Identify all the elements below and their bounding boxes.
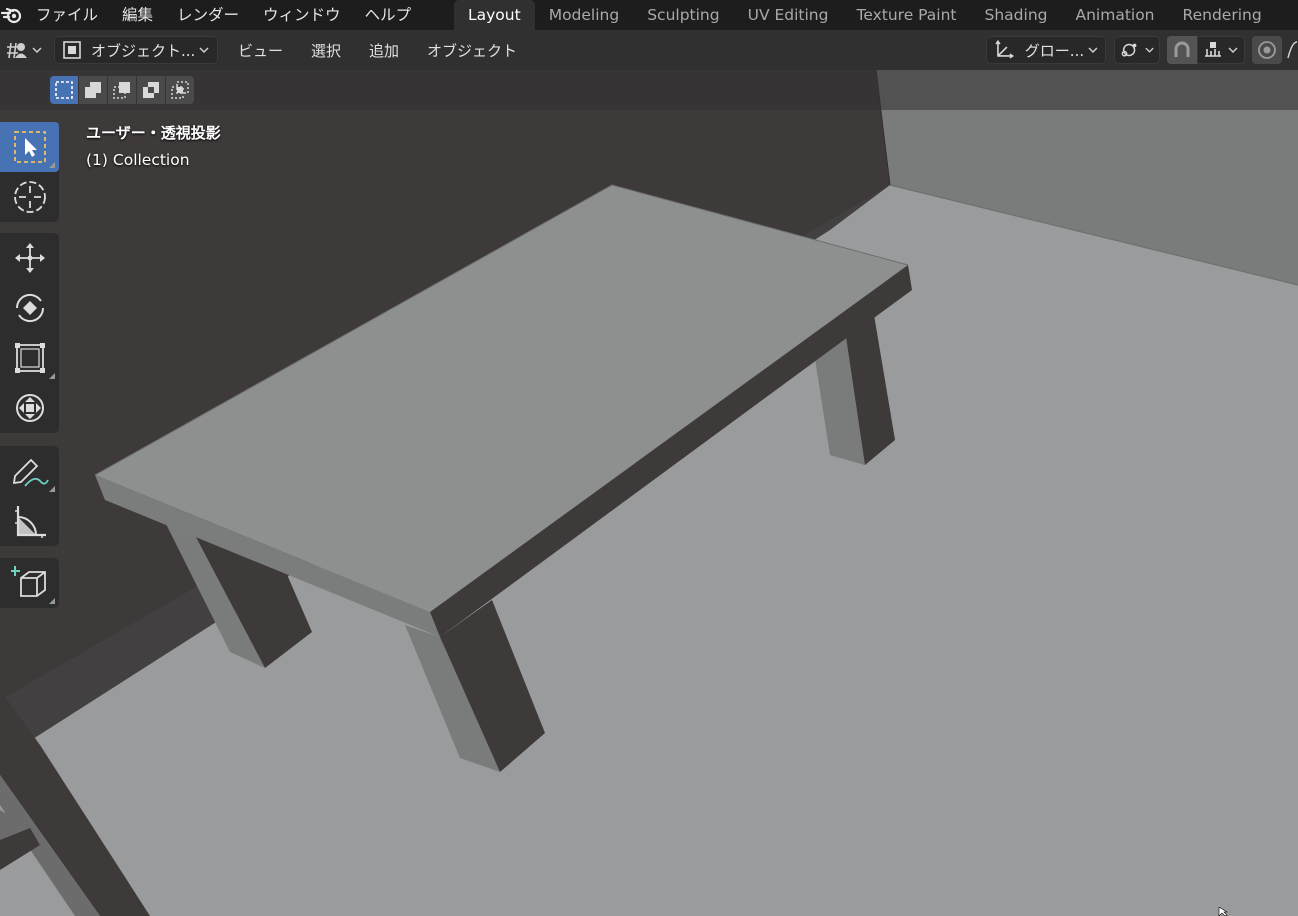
menu-window[interactable]: ウィンドウ [251,0,353,30]
3d-viewport[interactable]: ユーザー・透視投影 (1) Collection [0,70,1298,916]
viewport-info-overlay: ユーザー・透視投影 (1) Collection [86,122,221,171]
select-new-button[interactable] [50,76,78,104]
tool-variants-indicator [49,162,55,168]
tool-variants-indicator [49,486,55,492]
transform-orientation-dropdown[interactable]: グロー... [986,36,1106,64]
tool-add-cube[interactable] [0,558,59,608]
chevron-down-icon [1088,47,1098,54]
selection-mode-group [50,76,194,104]
falloff-curve-icon[interactable] [1286,40,1298,60]
chevron-down-icon [1228,47,1238,54]
tab-layout[interactable]: Layout [454,0,535,30]
tool-annotate[interactable] [0,446,59,496]
blender-logo-icon[interactable] [0,3,24,27]
workspace-tabs: Layout Modeling Sculpting UV Editing Tex… [454,0,1276,30]
tab-uv-editing[interactable]: UV Editing [734,0,843,30]
tab-animation[interactable]: Animation [1061,0,1168,30]
snap-toggle[interactable] [1167,36,1197,64]
select-difference-button[interactable] [137,76,165,104]
add-cube-icon [10,566,46,597]
select-extend-button[interactable] [79,76,107,104]
pivot-point-icon [1121,43,1137,57]
mode-label: オブジェクト... [91,41,196,60]
scale-icon [14,343,45,373]
collection-label: (1) Collection [86,151,190,169]
orientation-label: グロー... [1024,41,1085,60]
orientation-axes-icon [995,39,1015,59]
select-extend-icon [85,82,101,98]
measure-icon [14,506,46,538]
chevron-down-icon [32,47,42,54]
select-new-icon [55,81,73,99]
transform-icon [15,394,44,422]
snap-target-dropdown[interactable] [1197,36,1245,64]
toolbar-group-select [0,122,59,222]
chevron-down-icon [1145,47,1154,53]
viewport-header: オブジェクト... ビュー 選択 追加 オブジェクト グロー... [0,30,1298,70]
proportional-edit-icon [1258,41,1276,59]
menu-view[interactable]: ビュー [224,40,297,61]
chevron-down-icon [199,47,209,54]
select-subtract-button[interactable] [108,76,136,104]
tab-sculpting[interactable]: Sculpting [633,0,733,30]
tab-shading[interactable]: Shading [971,0,1062,30]
select-difference-icon [143,82,159,98]
tool-rotate[interactable] [0,283,59,333]
magnet-icon [1174,41,1190,57]
menu-object[interactable]: オブジェクト [413,40,531,61]
annotate-icon [12,458,49,487]
toolbar-group-annotate [0,446,59,546]
menu-select[interactable]: 選択 [297,40,355,61]
editor-type-icon [7,42,27,59]
snap-increment-icon [1205,42,1221,57]
rotate-icon [15,293,44,323]
tool-variants-indicator [49,373,55,379]
menu-edit[interactable]: 編集 [110,0,165,30]
menu-add[interactable]: 追加 [355,40,413,61]
tool-scale[interactable] [0,333,59,383]
toolbar-group-add [0,558,59,608]
tool-settings-bar [0,70,1298,110]
select-intersect-button[interactable] [166,76,194,104]
menu-file[interactable]: ファイル [24,0,110,30]
menu-help[interactable]: ヘルプ [353,0,424,30]
tool-cursor[interactable] [0,172,59,222]
object-mode-icon [63,41,81,59]
pivot-point-dropdown[interactable] [1114,36,1160,64]
tool-variants-indicator [49,598,55,604]
mouse-pointer-icon [1218,907,1228,916]
toolbar-group-transform [0,233,59,433]
view-name-label: ユーザー・透視投影 [86,124,221,142]
mode-dropdown[interactable]: オブジェクト... [54,36,218,64]
tab-modeling[interactable]: Modeling [535,0,634,30]
tool-select-box[interactable] [0,122,59,172]
select-box-icon [13,131,46,163]
select-intersect-icon [171,81,189,99]
menu-render[interactable]: レンダー [165,0,251,30]
tool-measure[interactable] [0,496,59,546]
cursor-icon [13,181,46,213]
tab-rendering[interactable]: Rendering [1169,0,1276,30]
proportional-edit-toggle[interactable] [1252,36,1282,64]
tab-texture-paint[interactable]: Texture Paint [842,0,970,30]
tool-transform[interactable] [0,383,59,433]
move-icon [14,243,45,273]
top-menu-bar: ファイル 編集 レンダー ウィンドウ ヘルプ Layout Modeling S… [0,0,1298,30]
tool-move[interactable] [0,233,59,283]
editor-type-button[interactable] [4,36,46,64]
select-subtract-icon [113,82,130,99]
scene-render [0,70,1298,916]
